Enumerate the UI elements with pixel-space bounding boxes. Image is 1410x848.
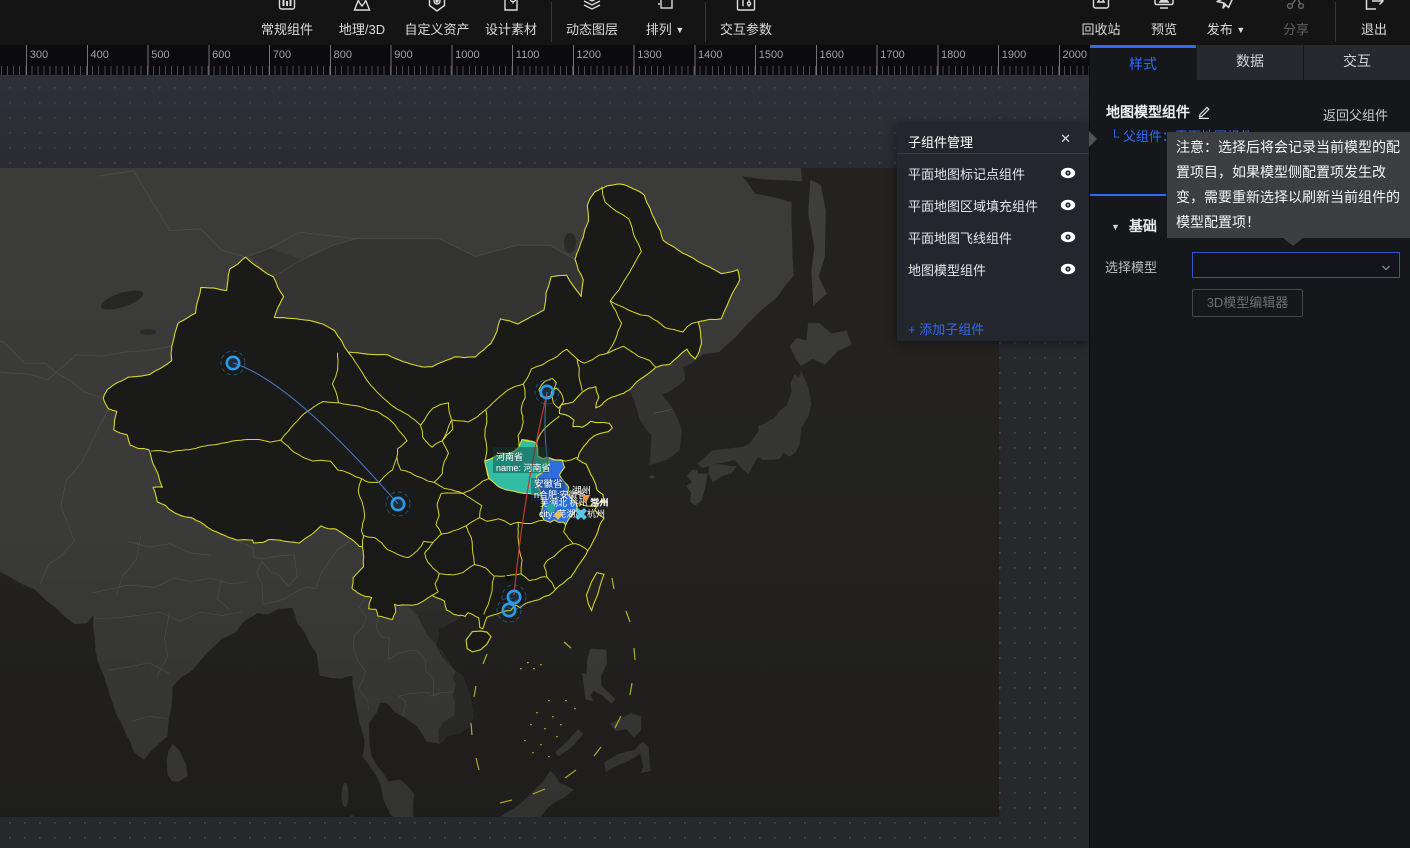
svg-text:常州: 常州 <box>590 497 609 509</box>
svg-text:name: 河南省: name: 河南省 <box>496 462 551 473</box>
svg-text:安徽省: 安徽省 <box>534 478 563 490</box>
svg-text:河南省: 河南省 <box>496 451 523 462</box>
